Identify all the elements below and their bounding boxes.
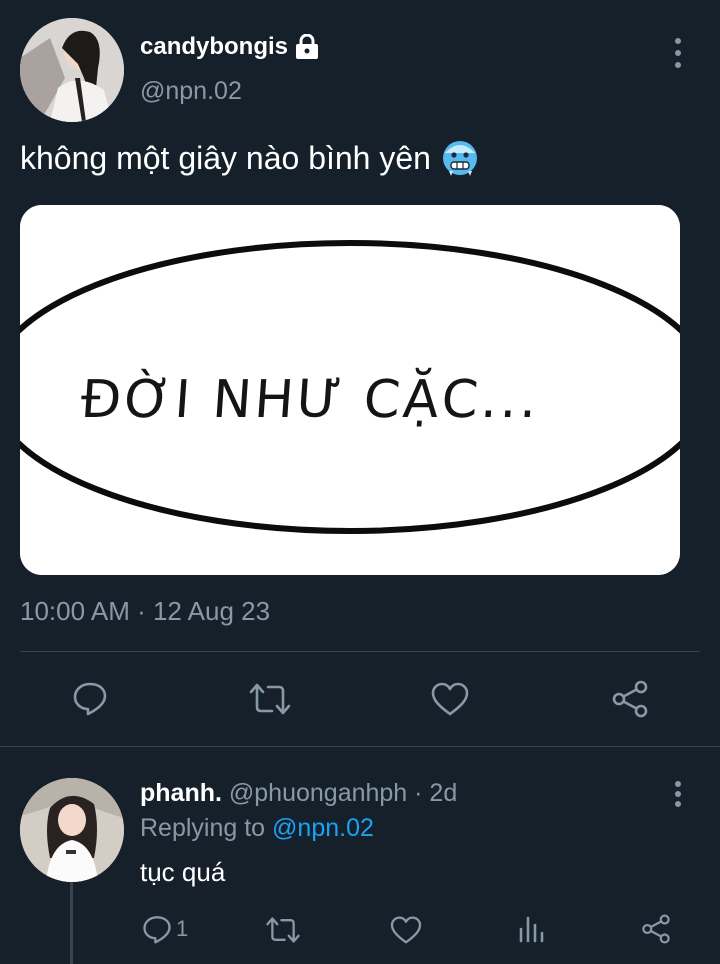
more-vertical-icon [675,38,681,44]
more-dot [675,801,681,807]
share-icon [642,914,670,944]
share-icon [612,680,648,718]
retweet-button[interactable] [248,682,292,716]
reply-count: 1 [176,916,189,941]
author-avatar[interactable] [20,18,124,122]
tweet-detail-page: candybongis @npn.02 không một giây nào b… [0,0,720,964]
tweet-timestamp[interactable]: 10:00 AM · 12 Aug 23 [20,596,270,627]
like-button[interactable] [431,682,469,716]
replying-prefix: Replying to [140,814,266,842]
media-caption: ĐỜI NHƯ CẶC... [78,370,542,430]
reply-author-avatar[interactable] [20,778,124,882]
author-handle[interactable]: @npn.02 [140,77,242,106]
reply-share-button[interactable] [640,914,672,944]
analytics-icon [519,916,544,943]
thread-line [70,882,73,964]
reply-more-options-button[interactable] [664,781,692,807]
retweet-icon [249,683,291,715]
reply-author-name[interactable]: phanh. [140,779,222,807]
heart-icon [431,682,469,716]
reply-icon [73,682,107,716]
replying-to-handle-link[interactable]: @npn.02 [272,814,374,842]
retweet-icon [266,917,300,943]
reply-header[interactable]: phanh. @phuonganhph · 2d [140,779,457,808]
reply-button[interactable] [72,680,108,716]
reply-reply-button[interactable]: 1 [142,914,188,944]
tweet-media-image[interactable]: ĐỜI NHƯ CẶC... [20,205,680,575]
heart-icon [390,916,422,944]
reply-analytics-button[interactable] [517,915,545,943]
cold-face-emoji [441,139,479,177]
author-name[interactable]: candybongis [140,33,288,61]
tweet-text-row: không một giây nào bình yên [20,139,479,177]
reply-handle-time[interactable]: @phuonganhph · 2d [229,779,457,807]
share-button[interactable] [610,680,650,718]
media-text-wrap: ĐỜI NHƯ CẶC... [20,205,680,575]
replying-to-line: Replying to @npn.02 [140,814,374,843]
reply-avatar-image [20,778,124,882]
more-options-button[interactable] [664,38,692,68]
tweet-text: không một giây nào bình yên [20,139,431,176]
more-dot [675,791,681,797]
reply-like-button[interactable] [390,916,422,944]
more-dot [675,62,681,68]
more-vertical-icon [675,781,681,787]
lock-icon [294,33,320,60]
reply-icon [143,916,171,944]
reply-retweet-button[interactable] [265,916,301,944]
author-avatar-image [20,18,124,122]
reply-text: tục quá [140,857,226,887]
author-name-row[interactable]: candybongis [140,33,320,61]
section-divider [0,746,720,747]
more-dot [675,50,681,56]
divider [20,651,700,652]
